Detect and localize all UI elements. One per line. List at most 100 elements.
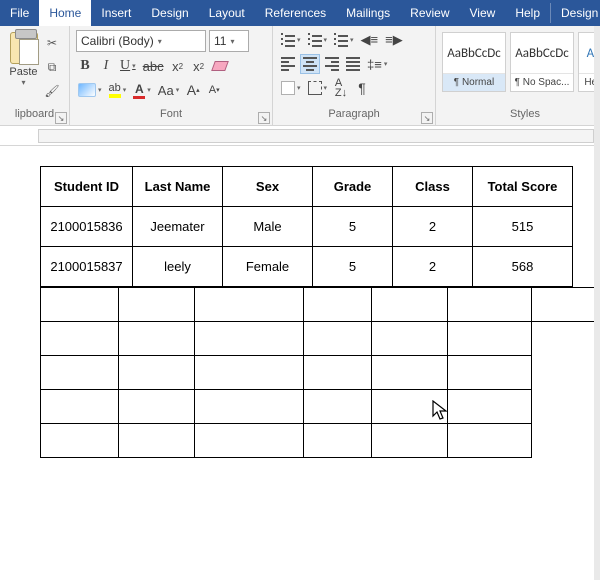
cell[interactable] (371, 390, 447, 424)
cell[interactable] (118, 390, 194, 424)
tab-table-design[interactable]: Design (551, 0, 600, 26)
cell[interactable] (371, 424, 447, 458)
cell[interactable] (194, 322, 303, 356)
clear-formatting-button[interactable] (211, 56, 229, 76)
cell[interactable] (303, 288, 371, 322)
cell[interactable]: 5 (313, 207, 393, 247)
cell[interactable] (371, 322, 447, 356)
align-center-button[interactable] (300, 54, 320, 74)
cell[interactable]: Jeemater (133, 207, 223, 247)
show-marks-button[interactable]: ¶ (353, 78, 371, 98)
numbering-button[interactable]: ▾ (306, 30, 330, 50)
style-normal[interactable]: AaBbCcDc ¶ Normal (442, 32, 506, 92)
tab-layout[interactable]: Layout (199, 0, 255, 26)
table-row[interactable]: 2100015837 leely Female 5 2 568 (41, 247, 573, 287)
cell[interactable]: Female (223, 247, 313, 287)
paste-menu-caret[interactable]: ▾ (21, 78, 25, 87)
underline-button[interactable]: U▾ (118, 56, 138, 76)
cell[interactable]: 515 (473, 207, 573, 247)
cell[interactable] (371, 356, 447, 390)
col-grade[interactable]: Grade (313, 167, 393, 207)
tab-mailings[interactable]: Mailings (336, 0, 400, 26)
table-row[interactable] (41, 390, 600, 424)
paste-icon[interactable] (10, 32, 38, 64)
cell[interactable] (118, 356, 194, 390)
paragraph-launcher[interactable]: ↘ (421, 112, 433, 124)
sort-button[interactable]: AZ↓ (332, 78, 350, 98)
increase-indent-button[interactable]: ≡▶ (383, 30, 405, 50)
tab-insert[interactable]: Insert (91, 0, 141, 26)
decrease-indent-button[interactable]: ◀≡ (359, 30, 381, 50)
table-row[interactable] (41, 356, 600, 390)
font-color-button[interactable]: A▾ (131, 80, 153, 100)
tab-file[interactable]: File (0, 0, 39, 26)
cell[interactable] (194, 356, 303, 390)
text-effects-button[interactable]: ▾ (76, 80, 104, 100)
strikethrough-button[interactable]: abc (141, 56, 166, 76)
col-class[interactable]: Class (393, 167, 473, 207)
cell[interactable] (194, 390, 303, 424)
font-launcher[interactable]: ↘ (258, 112, 270, 124)
subscript-button[interactable]: x2 (169, 56, 187, 76)
shading-button[interactable]: ▾ (279, 78, 303, 98)
col-total-score[interactable]: Total Score (473, 167, 573, 207)
cell[interactable] (303, 322, 371, 356)
cell[interactable] (41, 288, 119, 322)
borders-button[interactable]: ▾ (306, 78, 330, 98)
cell[interactable] (41, 356, 119, 390)
student-table-upper[interactable]: Student ID Last Name Sex Grade Class Tot… (40, 166, 573, 287)
highlight-color-button[interactable]: ab▾ (107, 80, 129, 100)
justify-button[interactable] (344, 54, 362, 74)
tab-review[interactable]: Review (400, 0, 459, 26)
col-student-id[interactable]: Student ID (41, 167, 133, 207)
cell[interactable]: leely (133, 247, 223, 287)
cell[interactable] (447, 322, 531, 356)
table-row[interactable] (41, 322, 600, 356)
tab-references[interactable]: References (255, 0, 336, 26)
cell[interactable]: 2 (393, 207, 473, 247)
cell[interactable] (303, 424, 371, 458)
document-area[interactable]: Student ID Last Name Sex Grade Class Tot… (0, 146, 600, 458)
copy-icon[interactable]: ⧉ (43, 58, 61, 76)
cell[interactable] (118, 322, 194, 356)
student-table-lower[interactable] (40, 287, 600, 458)
superscript-button[interactable]: x2 (190, 56, 208, 76)
cell[interactable] (303, 390, 371, 424)
multilevel-list-button[interactable]: ▾ (332, 30, 356, 50)
bold-button[interactable]: B (76, 56, 94, 76)
align-left-button[interactable] (279, 54, 297, 74)
cell[interactable] (118, 288, 194, 322)
cell[interactable] (194, 288, 303, 322)
table-row[interactable] (41, 288, 600, 322)
cell[interactable]: 5 (313, 247, 393, 287)
cell[interactable] (371, 288, 447, 322)
line-spacing-button[interactable]: ‡≡▾ (365, 54, 389, 74)
align-right-button[interactable] (323, 54, 341, 74)
cell[interactable]: 2100015837 (41, 247, 133, 287)
cell[interactable] (447, 390, 531, 424)
bullets-button[interactable]: ▾ (279, 30, 303, 50)
ruler[interactable] (0, 126, 600, 146)
cell[interactable] (41, 322, 119, 356)
tab-help[interactable]: Help (505, 0, 550, 26)
cut-icon[interactable]: ✂ (43, 34, 61, 52)
clipboard-launcher[interactable]: ↘ (55, 112, 67, 124)
shrink-font-button[interactable]: A▾ (205, 80, 223, 100)
col-sex[interactable]: Sex (223, 167, 313, 207)
col-last-name[interactable]: Last Name (133, 167, 223, 207)
italic-button[interactable]: I (97, 56, 115, 76)
format-painter-icon[interactable]: 🖌 (43, 82, 61, 100)
paste-label[interactable]: Paste (9, 66, 37, 78)
cell[interactable] (41, 390, 119, 424)
vertical-scrollbar[interactable] (594, 26, 600, 580)
style-no-spacing[interactable]: AaBbCcDc ¶ No Spac... (510, 32, 574, 92)
cell[interactable] (447, 424, 531, 458)
cell[interactable] (41, 424, 119, 458)
cell[interactable] (303, 356, 371, 390)
cell[interactable] (447, 356, 531, 390)
grow-font-button[interactable]: A▴ (184, 80, 202, 100)
cell[interactable]: 568 (473, 247, 573, 287)
cell[interactable] (194, 424, 303, 458)
cell[interactable]: Male (223, 207, 313, 247)
cell[interactable] (447, 288, 531, 322)
